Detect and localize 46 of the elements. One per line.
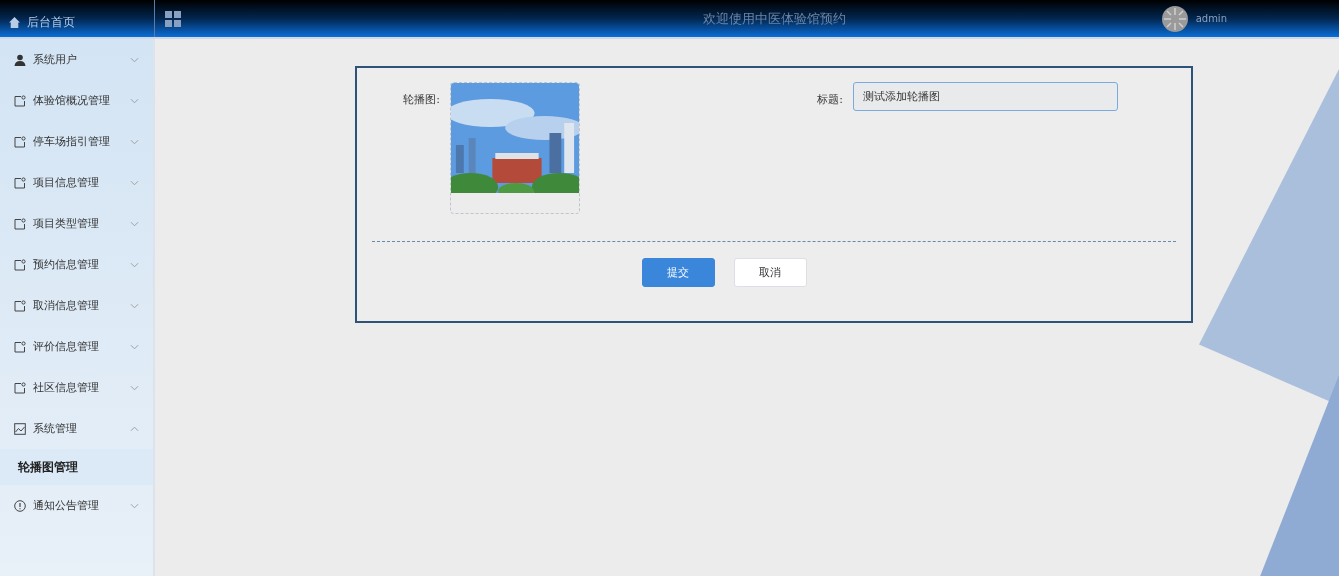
menu-item[interactable]: 通知公告管理 xyxy=(0,485,153,526)
user-icon xyxy=(14,53,26,66)
menu-item[interactable]: 项目信息管理 xyxy=(0,162,153,203)
page-title: 欢迎使用中医体验馆预约 xyxy=(703,9,846,28)
chevron-icon xyxy=(130,261,139,268)
menu-item[interactable]: 体验馆概况管理 xyxy=(0,80,153,121)
submit-button[interactable]: 提交 xyxy=(641,258,715,287)
chevron-icon xyxy=(130,502,139,509)
chevron-icon xyxy=(130,179,139,186)
chevron-icon xyxy=(130,384,139,391)
image-upload[interactable] xyxy=(450,82,580,214)
menu-item[interactable]: 项目类型管理 xyxy=(0,203,153,244)
home-icon xyxy=(8,16,21,29)
info-icon xyxy=(14,499,26,512)
image-icon xyxy=(14,422,26,435)
form-icon xyxy=(14,258,26,271)
form-icon xyxy=(14,340,26,353)
menu-item[interactable]: 系统用户 xyxy=(0,39,153,80)
home-link[interactable]: 后台首页 xyxy=(27,14,75,31)
chevron-icon xyxy=(130,220,139,227)
cancel-button[interactable]: 取消 xyxy=(733,258,807,287)
menu-item[interactable]: 系统管理 xyxy=(0,408,153,449)
form-icon xyxy=(14,135,26,148)
menu-item[interactable]: 预约信息管理 xyxy=(0,244,153,285)
avatar-icon[interactable] xyxy=(1161,5,1188,32)
user-name[interactable]: admin xyxy=(1195,13,1227,24)
form-icon xyxy=(14,381,26,394)
grid-menu-icon[interactable] xyxy=(165,10,181,27)
form-icon xyxy=(14,94,26,107)
chevron-icon xyxy=(130,56,139,63)
field-label: 标题: xyxy=(816,92,844,107)
menu-item[interactable]: 取消信息管理 xyxy=(0,285,153,326)
chevron-icon xyxy=(130,343,139,350)
chevron-icon xyxy=(130,425,139,432)
chevron-icon xyxy=(130,302,139,309)
chevron-icon xyxy=(130,138,139,145)
submenu-item[interactable]: 轮播图管理 xyxy=(0,449,153,485)
menu-item[interactable]: 评价信息管理 xyxy=(0,326,153,367)
form-icon xyxy=(14,299,26,312)
menu-item[interactable]: 停车场指引管理 xyxy=(0,121,153,162)
chevron-icon xyxy=(130,97,139,104)
form-icon xyxy=(14,217,26,230)
menu-item[interactable]: 社区信息管理 xyxy=(0,367,153,408)
title-input[interactable]: 测试添加轮播图 xyxy=(853,82,1118,111)
field-label: 轮播图: xyxy=(402,92,441,107)
form-icon xyxy=(14,176,26,189)
